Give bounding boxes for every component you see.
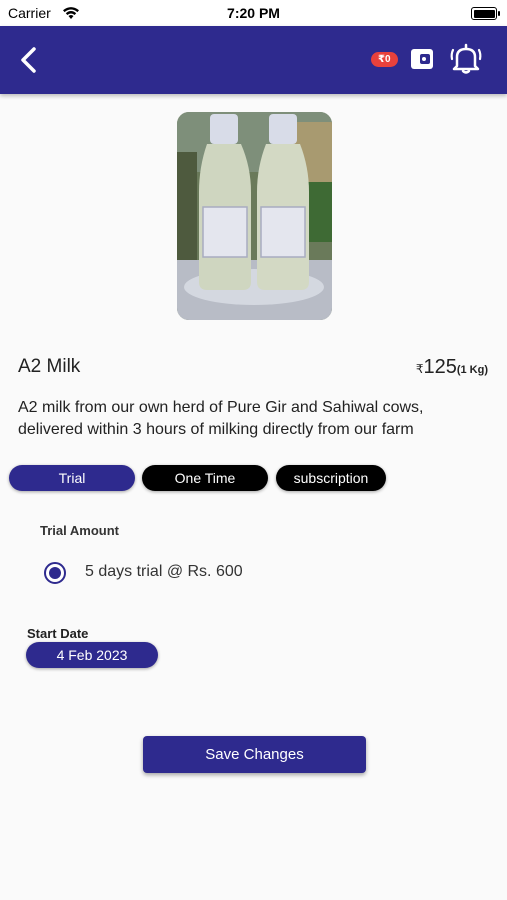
app-header: ₹0	[0, 26, 507, 94]
wallet-icon[interactable]	[409, 46, 435, 72]
product-price: ₹125(1 Kg)	[416, 356, 488, 379]
tab-trial[interactable]: Trial	[9, 465, 135, 491]
save-changes-button[interactable]: Save Changes	[143, 736, 366, 773]
price-unit: (1 Kg)	[456, 364, 488, 376]
battery-icon	[471, 7, 500, 20]
bell-icon[interactable]	[449, 42, 483, 76]
product-name: A2 Milk	[18, 356, 81, 377]
product-description: A2 milk from our own herd of Pure Gir an…	[18, 399, 424, 438]
price-value: 125	[423, 356, 457, 378]
trial-amount-label: Trial Amount	[40, 523, 119, 538]
trial-option-label[interactable]: 5 days trial @ Rs. 600	[85, 563, 243, 581]
start-date-picker[interactable]: 4 Feb 2023	[26, 642, 158, 668]
start-date-label: Start Date	[27, 626, 89, 641]
wallet-balance-badge[interactable]: ₹0	[371, 52, 398, 67]
status-time: 7:20 PM	[227, 5, 280, 21]
tab-one-time[interactable]: One Time	[142, 465, 268, 491]
tab-subscription[interactable]: subscription	[276, 465, 386, 491]
trial-option-radio[interactable]	[44, 562, 66, 584]
back-button[interactable]	[14, 44, 46, 76]
status-bar: Carrier 7:20 PM	[0, 0, 507, 26]
product-image	[177, 112, 332, 320]
radio-selected-dot	[49, 567, 61, 579]
